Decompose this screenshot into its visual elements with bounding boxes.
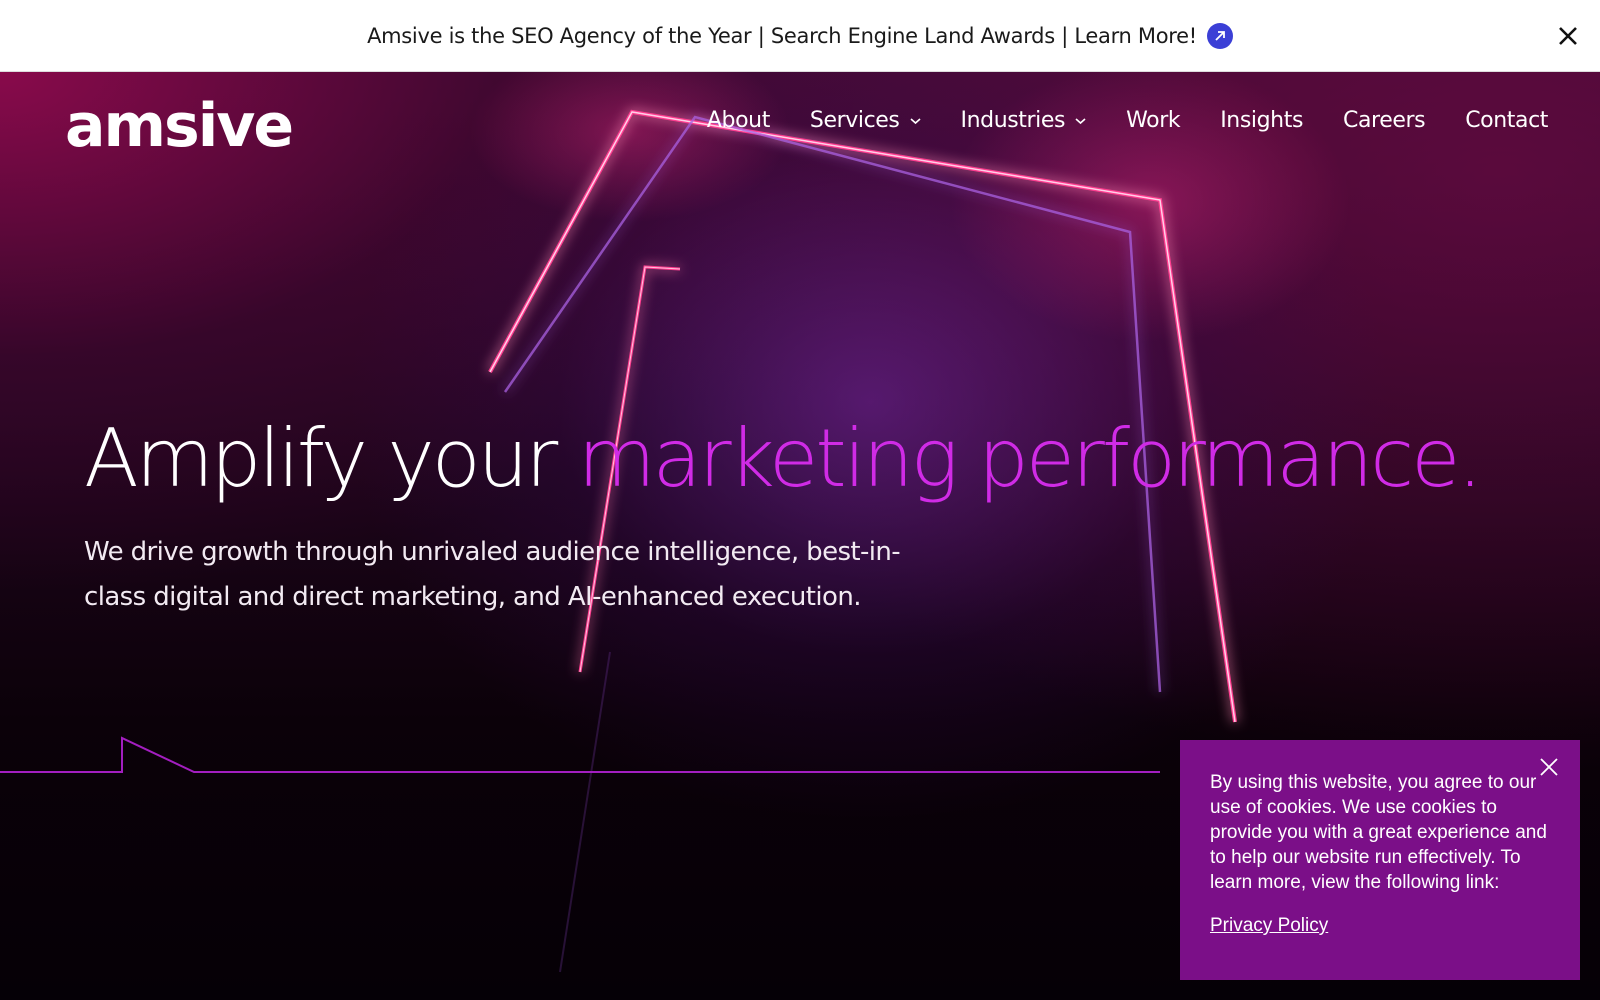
headline-accent: marketing performance. [577,412,1483,505]
cookie-text: By using this website, you agree to our … [1210,772,1547,893]
nav-label: About [706,108,770,133]
divider-line [0,736,1160,773]
nav-item-about[interactable]: About [707,108,770,133]
headline-plain: Amplify your [84,412,578,505]
nav-item-industries[interactable]: Industries [961,108,1087,133]
nav-label: Services [809,108,900,133]
arrow-up-right-icon[interactable] [1206,22,1233,49]
nav-item-services[interactable]: Services [810,108,921,133]
amsive-logo[interactable]: amsive [65,96,294,156]
announcement-link[interactable]: Amsive is the SEO Agency of the Year | S… [367,22,1233,49]
chevron-down-icon [909,117,921,124]
nav-item-work[interactable]: Work [1126,108,1181,133]
nav-label: Careers [1343,108,1426,133]
close-icon[interactable] [1538,756,1560,778]
nav-item-careers[interactable]: Careers [1343,108,1426,133]
close-icon[interactable] [1554,22,1582,50]
nav-label: Work [1126,108,1181,133]
nav-item-contact[interactable]: Contact [1465,108,1548,133]
hero-subtext: We drive growth through unrivaled audien… [84,537,901,612]
chevron-down-icon [1075,117,1086,124]
hero-headline: Amplify your marketing performance. [84,412,1483,505]
nav-label: Insights [1220,108,1304,133]
nav-label: Industries [960,108,1066,133]
nav-item-insights[interactable]: Insights [1220,108,1303,133]
nav-label: Contact [1465,108,1548,133]
cookie-banner: By using this website, you agree to our … [1180,740,1580,980]
main-nav: About Services Industries Work Insights … [667,108,1549,133]
announcement-text: Amsive is the SEO Agency of the Year | S… [367,23,1197,48]
privacy-policy-link[interactable]: Privacy Policy [1210,915,1328,937]
announcement-bar: Amsive is the SEO Agency of the Year | S… [0,0,1600,72]
